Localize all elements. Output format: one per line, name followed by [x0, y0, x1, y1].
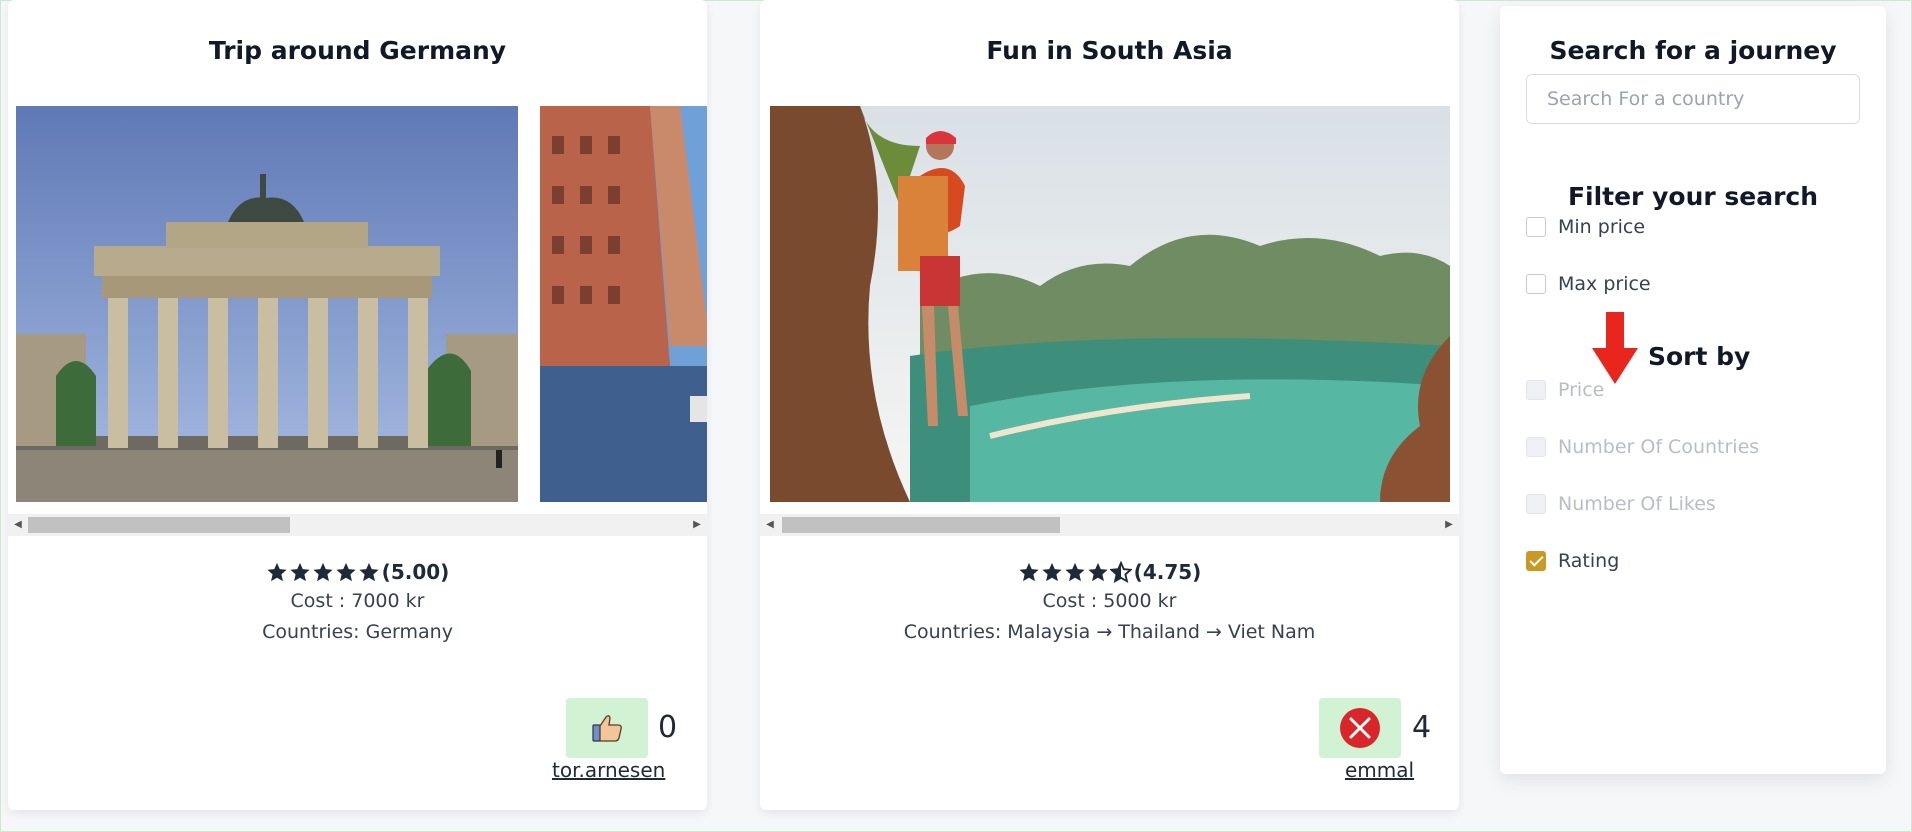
author-link[interactable]: emmal	[1345, 758, 1414, 782]
sort-likes-checkbox[interactable]	[1526, 494, 1546, 514]
rating-value: (4.75)	[1133, 560, 1202, 584]
countries-text: Countries: Germany	[262, 621, 453, 643]
star-icon	[1065, 562, 1085, 582]
star-icon	[359, 562, 379, 582]
star-icon	[1019, 562, 1039, 582]
rating-value: (5.00)	[381, 560, 450, 584]
filter-label: Min price	[1558, 216, 1646, 238]
image-gallery[interactable]	[768, 106, 1459, 502]
gallery-scrollbar[interactable]: ◀ ▶	[8, 514, 707, 536]
cost-text: Cost : 5000 kr	[1042, 590, 1177, 612]
sort-heading: Sort by	[1648, 342, 1751, 371]
sort-countries-checkbox[interactable]	[1526, 437, 1546, 457]
half-star-icon	[1109, 561, 1132, 583]
rating-display: (4.75)	[760, 560, 1459, 584]
filter-min-price[interactable]: Min price	[1526, 216, 1645, 238]
star-icon	[1088, 562, 1108, 582]
rating-display: (5.00)	[8, 560, 707, 584]
filter-label: Max price	[1558, 273, 1651, 295]
red-x-circle-icon	[1340, 708, 1380, 748]
speicherstadt-canal-photo	[540, 106, 707, 502]
star-rating	[266, 561, 380, 583]
sort-number-of-countries[interactable]: Number Of Countries	[1526, 436, 1759, 458]
hiker-over-bay-photo	[770, 106, 1450, 502]
journey-card-germany: Trip around Germany ◀ ▶ (5.00) Cost: 70…	[8, 0, 707, 810]
red-down-arrow-icon	[1592, 312, 1638, 384]
sort-label: Number Of Likes	[1558, 493, 1716, 515]
sort-label: Number Of Countries	[1558, 436, 1760, 458]
filter-max-price[interactable]: Max price	[1526, 273, 1651, 295]
sort-price[interactable]: Price	[1526, 379, 1604, 401]
scroll-thumb[interactable]	[782, 517, 1060, 533]
scroll-thumb[interactable]	[28, 517, 290, 533]
cost-text: Cost : 7000 kr	[290, 590, 425, 612]
like-count: 4	[1412, 710, 1432, 745]
search-heading: Search for a journey	[1549, 36, 1837, 65]
journey-title: Fun in South Asia	[986, 36, 1233, 65]
gallery-scrollbar[interactable]: ◀ ▶	[760, 514, 1459, 536]
star-icon	[1042, 562, 1062, 582]
image-gallery[interactable]	[16, 106, 707, 502]
countries-text: Countries: Malaysia → Thailand → Viet Na…	[903, 621, 1316, 643]
star-icon	[336, 562, 356, 582]
min-price-checkbox[interactable]	[1526, 217, 1546, 237]
scroll-right-arrow-icon[interactable]: ▶	[687, 514, 707, 536]
like-button[interactable]	[566, 698, 648, 758]
star-rating	[1018, 561, 1132, 583]
sort-label: Price	[1558, 379, 1605, 401]
sort-label: Rating	[1558, 550, 1620, 572]
scroll-left-arrow-icon[interactable]: ◀	[760, 514, 780, 536]
star-icon	[290, 562, 310, 582]
scroll-left-arrow-icon[interactable]: ◀	[8, 514, 28, 536]
sort-price-checkbox[interactable]	[1526, 380, 1546, 400]
brandenburg-gate-photo	[16, 106, 518, 502]
journey-title: Trip around Germany	[208, 36, 507, 65]
author-link[interactable]: tor.arnesen	[552, 758, 665, 782]
star-icon	[267, 562, 287, 582]
search-sidebar: Search for a journey Filter your search …	[1500, 6, 1886, 774]
country-search-input[interactable]	[1526, 74, 1860, 124]
star-icon	[313, 562, 333, 582]
thumbs-up-icon	[592, 715, 622, 742]
sort-number-of-likes[interactable]: Number Of Likes	[1526, 493, 1716, 515]
sort-rating[interactable]: Rating	[1526, 550, 1619, 572]
unlike-button[interactable]	[1319, 698, 1401, 758]
sort-rating-checkbox[interactable]	[1526, 551, 1546, 571]
max-price-checkbox[interactable]	[1526, 274, 1546, 294]
scroll-right-arrow-icon[interactable]: ▶	[1439, 514, 1459, 536]
filter-heading: Filter your search	[1567, 182, 1819, 211]
like-count: 0	[658, 710, 678, 745]
journey-card-south-asia: Fun in South Asia ◀ ▶ (4.75) Cost: 5000…	[760, 0, 1459, 810]
